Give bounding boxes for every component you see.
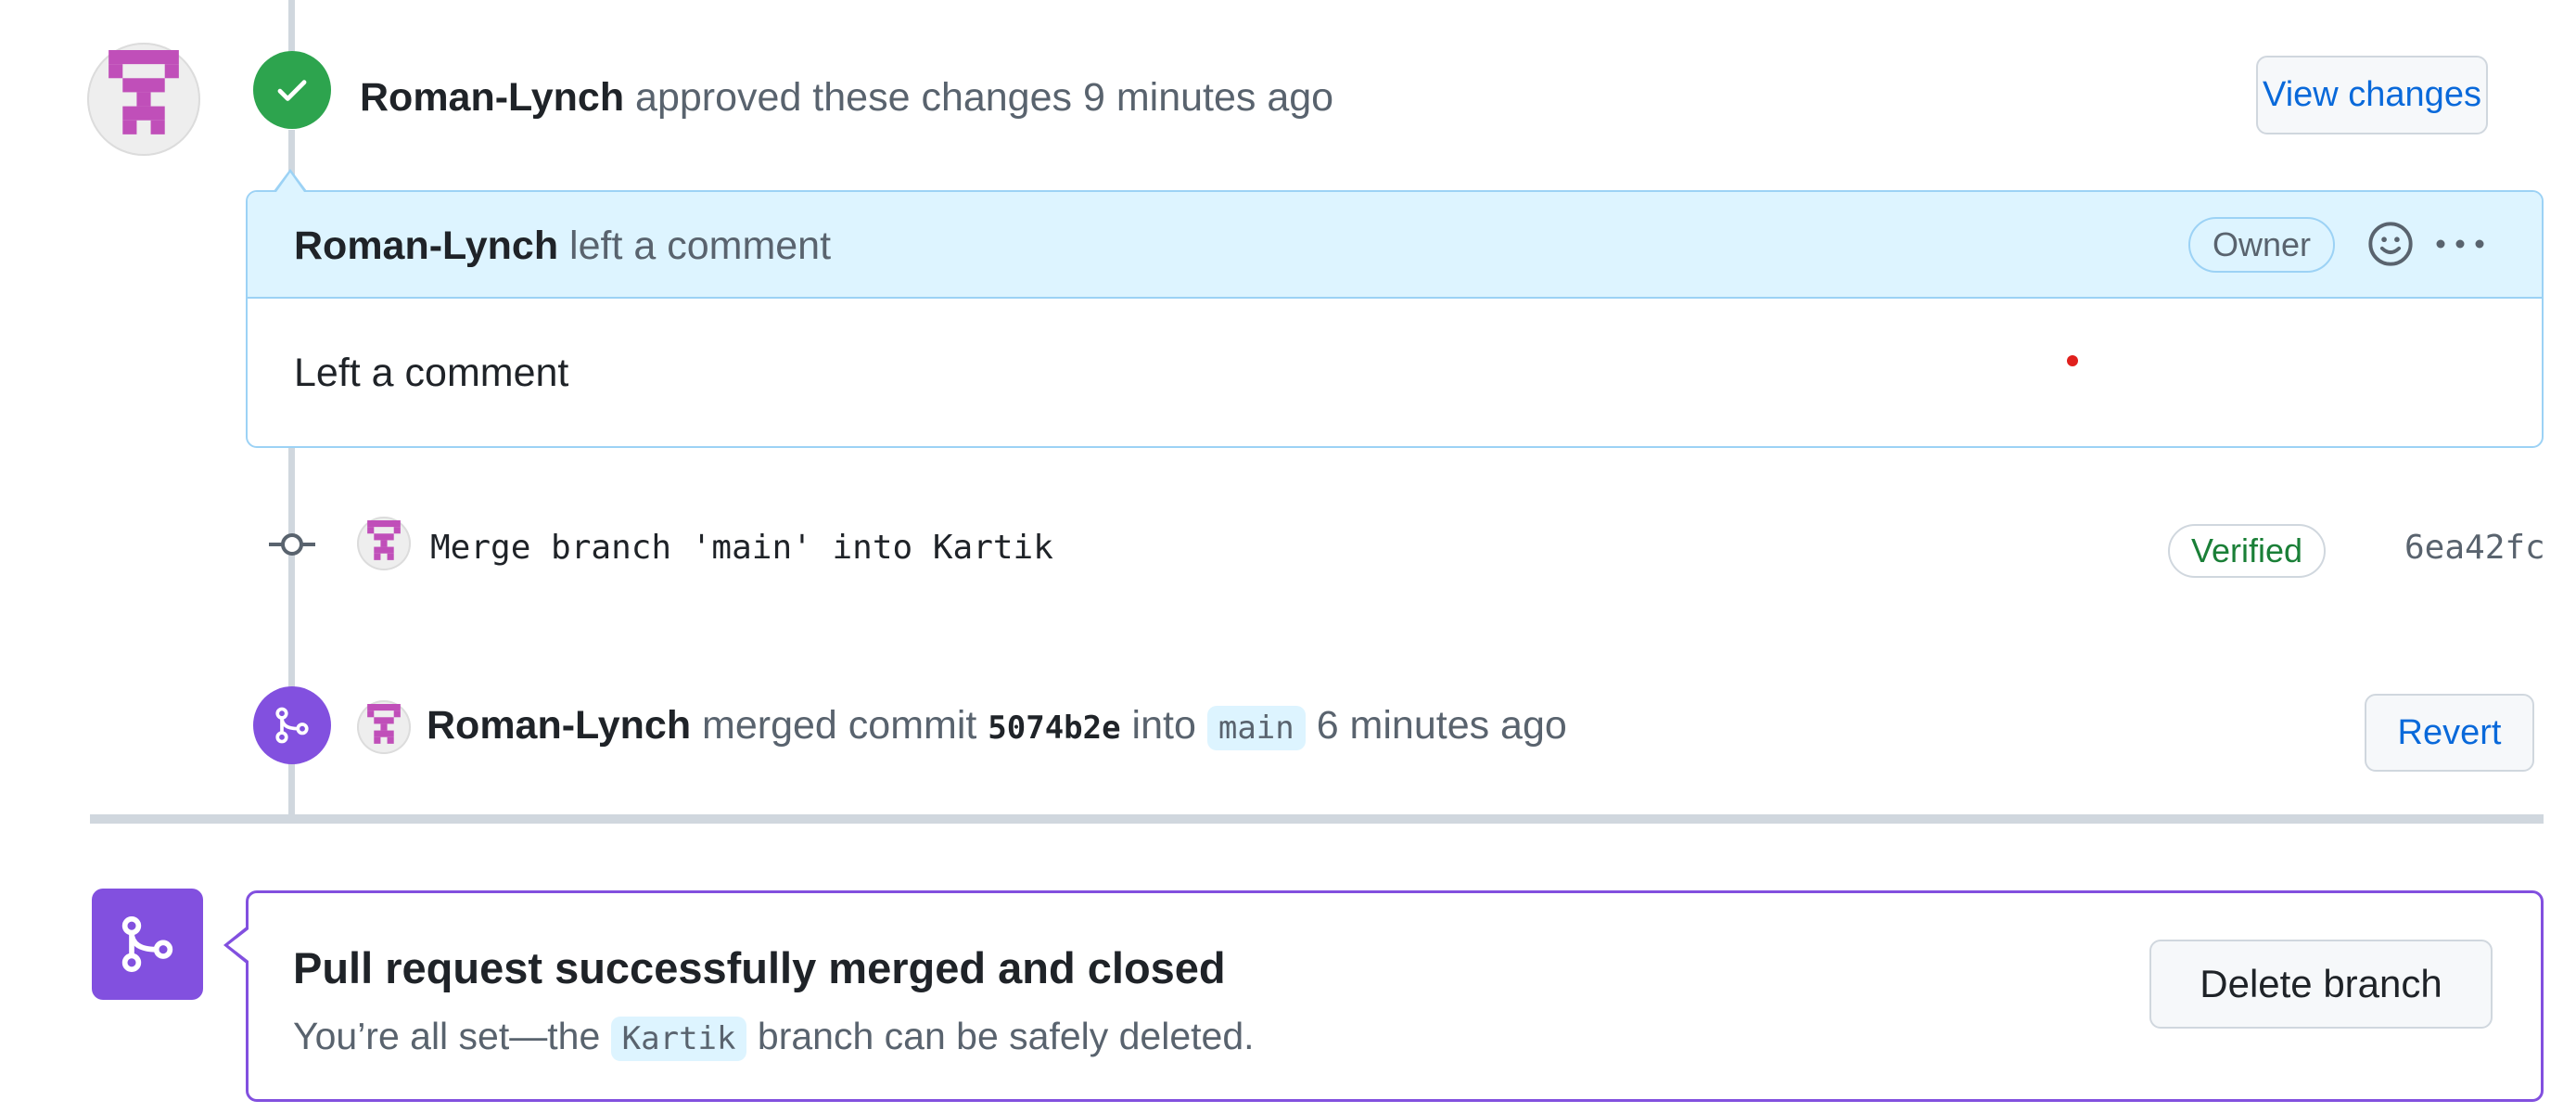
review-action-text: approved these changes: [635, 75, 1073, 120]
merge-into-text: into: [1131, 703, 1196, 748]
merged-status-card: Pull request successfully merged and clo…: [246, 890, 2544, 1102]
identicon-icon: [108, 50, 179, 134]
merged-status-description: You’re all set—the Kartik branch can be …: [293, 1008, 1255, 1067]
review-timestamp[interactable]: 9 minutes ago: [1083, 75, 1333, 120]
merged-desc-prefix: You’re all set—the: [293, 1015, 601, 1057]
review-author-link[interactable]: Roman-Lynch: [360, 75, 624, 120]
base-branch-chip[interactable]: main: [1206, 706, 1306, 750]
merger-author-link[interactable]: Roman-Lynch: [427, 703, 691, 748]
revert-button[interactable]: Revert: [2365, 694, 2534, 772]
merged-status-icon-box: [92, 889, 203, 1000]
kebab-horizontal-icon: [2436, 239, 2484, 249]
owner-badge: Owner: [2188, 217, 2335, 273]
merge-action-text: merged commit: [702, 703, 977, 748]
comment-header-text: Roman-Lynch left a comment: [294, 218, 831, 274]
comment-action-text: left a comment: [569, 224, 832, 268]
commit-author-avatar[interactable]: [357, 517, 411, 570]
merge-box-pointer-fill: [228, 929, 249, 961]
reviewer-avatar[interactable]: [87, 43, 200, 156]
timeline-line-top: [288, 0, 295, 56]
review-summary: Roman-Lynch approved these changes 9 min…: [360, 70, 1333, 125]
merge-commit-sha-link[interactable]: 5074b2e: [988, 710, 1120, 747]
view-changes-button[interactable]: View changes: [2256, 56, 2488, 134]
comment-options-button[interactable]: [2434, 224, 2486, 264]
identicon-icon: [367, 704, 401, 744]
merge-timestamp[interactable]: 6 minutes ago: [1317, 703, 1567, 748]
delete-branch-button[interactable]: Delete branch: [2149, 940, 2493, 1029]
cursor-dot: [2067, 355, 2078, 366]
timeline-end-divider: [90, 814, 2544, 824]
comment-body: Left a comment: [294, 351, 569, 395]
commit-node: [267, 531, 317, 558]
git-merge-icon: [275, 707, 309, 744]
approved-badge: [253, 51, 331, 129]
verified-badge[interactable]: Verified: [2168, 524, 2326, 578]
merger-avatar[interactable]: [357, 700, 411, 754]
identicon-icon: [367, 520, 401, 560]
merge-summary: Roman-Lynch merged commit 5074b2e into m…: [427, 697, 1567, 756]
commit-message-link[interactable]: Merge branch 'main' into Kartik: [430, 527, 1053, 569]
comment-card: Roman-Lynch left a comment Owner Left a …: [246, 190, 2544, 448]
check-icon: [277, 80, 307, 101]
merged-desc-suffix: branch can be safely deleted.: [757, 1015, 1255, 1057]
git-commit-icon: [269, 533, 315, 556]
comment-pointer-fill: [276, 173, 304, 192]
comment-header: Roman-Lynch left a comment Owner: [248, 192, 2542, 299]
head-branch-chip[interactable]: Kartik: [610, 1017, 747, 1061]
commit-sha-link[interactable]: 6ea42fc: [2404, 527, 2545, 569]
add-reaction-button[interactable]: [2365, 218, 2417, 270]
merged-event-badge: [253, 686, 331, 764]
merged-status-title: Pull request successfully merged and clo…: [293, 943, 1226, 992]
smiley-icon: [2368, 222, 2413, 266]
comment-author-link[interactable]: Roman-Lynch: [294, 224, 558, 268]
git-merge-icon: [121, 915, 173, 973]
